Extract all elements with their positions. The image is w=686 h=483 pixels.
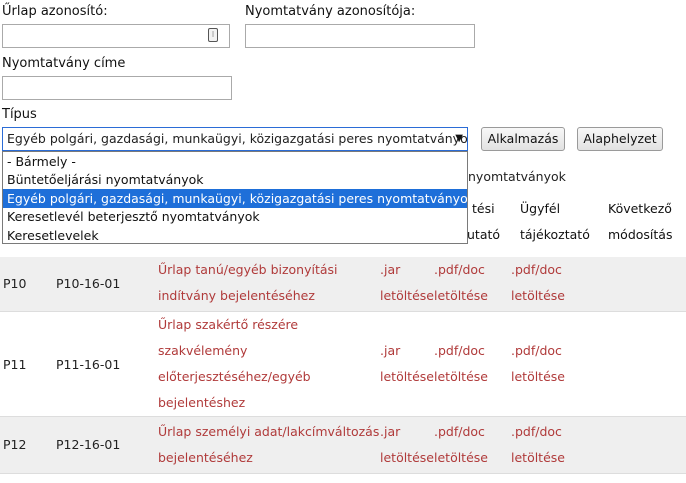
row-title-link[interactable]: Űrlap szakértő részére <box>158 312 298 338</box>
table-row: P12 P12-16-01 Űrlap személyi adat/lakcím… <box>0 417 686 473</box>
tipus-label: Típus <box>2 107 37 122</box>
jar-download-link[interactable]: letöltése <box>380 364 434 390</box>
row-title-link[interactable]: előterjesztéséhez/egyéb <box>158 364 311 390</box>
reset-button[interactable]: Alaphelyzet <box>577 127 663 151</box>
dropdown-option-selected[interactable]: Egyéb polgári, gazdasági, munkaügyi, köz… <box>3 189 467 208</box>
header-col6-line2: tájékoztató <box>520 227 590 242</box>
row-id: P11-16-01 <box>56 357 121 372</box>
info-download-link[interactable]: letöltése <box>511 445 565 471</box>
row-title-link[interactable]: Űrlap tanú/egyéb bizonyítási <box>158 257 338 283</box>
header-col7-line1: Következő <box>608 201 672 216</box>
pdf-download-link[interactable]: letöltése <box>434 445 488 471</box>
row-title-link[interactable]: Űrlap személyi adat/lakcímváltozás <box>158 419 379 445</box>
info-download-link[interactable]: .pdf/doc <box>511 338 562 364</box>
pdf-download-link[interactable]: .pdf/doc <box>434 338 485 364</box>
row-code: P11 <box>3 357 27 372</box>
info-download-link[interactable]: .pdf/doc <box>511 257 562 283</box>
header-col5-line2: utató <box>467 227 501 242</box>
pdf-download-link[interactable]: letöltése <box>434 364 488 390</box>
header-col5-line1: tési <box>472 201 495 216</box>
pdf-download-link[interactable]: letöltése <box>434 283 488 309</box>
urlap-azonosito-label: Űrlap azonosító: <box>2 4 108 19</box>
row-title-link[interactable]: bejelentéshez <box>158 390 245 416</box>
row-code: P12 <box>3 437 27 452</box>
row-id: P12-16-01 <box>56 437 121 452</box>
dropdown-arrow-icon[interactable]: ▼ <box>455 128 463 150</box>
nyomtatvany-cime-label: Nyomtatvány címe <box>2 56 126 71</box>
pdf-download-link[interactable]: .pdf/doc <box>434 257 485 283</box>
header-col6-line1: Ügyfél <box>520 201 561 216</box>
info-download-link[interactable]: letöltése <box>511 283 565 309</box>
info-download-link[interactable]: letöltése <box>511 364 565 390</box>
dropdown-option[interactable]: Büntetőeljárási nyomtatványok <box>3 170 467 189</box>
dropdown-option[interactable]: Keresetlevél beterjesztő nyomtatványok <box>3 207 467 226</box>
table-row: P10 P10-16-01 Űrlap tanú/egyéb bizonyítá… <box>0 257 686 311</box>
jar-download-link[interactable]: .jar <box>380 419 400 445</box>
pdf-download-link[interactable]: .pdf/doc <box>434 419 485 445</box>
table-row: P11 P11-16-01 Űrlap szakértő részére sza… <box>0 312 686 416</box>
nyomtatvany-azonositoja-label: Nyomtatvány azonosítója: <box>245 4 416 19</box>
row-divider <box>0 473 686 474</box>
row-id: P10-16-01 <box>56 276 121 291</box>
tipus-dropdown-list: - Bármely - Büntetőeljárási nyomtatványo… <box>2 151 468 244</box>
result-summary-fragment: nyomtatványok <box>468 169 566 184</box>
row-title-link[interactable]: bejelentéséhez <box>158 445 253 471</box>
urlap-azonosito-input[interactable] <box>2 24 230 48</box>
jar-download-link[interactable]: .jar <box>380 338 400 364</box>
jar-download-link[interactable]: .jar <box>380 257 400 283</box>
id-card-icon[interactable]: ⁝ <box>208 28 218 42</box>
row-title-link[interactable]: szakvélemény <box>158 338 247 364</box>
tipus-select-value: Egyéb polgári, gazdasági, munkaügyi, köz… <box>7 131 468 146</box>
row-code: P10 <box>3 276 27 291</box>
row-title-link[interactable]: indítvány bejelentéséhez <box>158 283 315 309</box>
jar-download-link[interactable]: letöltése <box>380 445 434 471</box>
tipus-select[interactable]: Egyéb polgári, gazdasági, munkaügyi, köz… <box>2 127 468 151</box>
dropdown-option[interactable]: - Bármely - <box>3 152 467 171</box>
apply-button[interactable]: Alkalmazás <box>481 127 565 151</box>
nyomtatvany-cime-input[interactable] <box>2 76 232 100</box>
header-col7-line2: módosítás <box>608 227 673 242</box>
info-download-link[interactable]: .pdf/doc <box>511 419 562 445</box>
dropdown-option[interactable]: Keresetlevelek <box>3 226 467 245</box>
nyomtatvany-azonositoja-input[interactable] <box>245 24 475 48</box>
jar-download-link[interactable]: letöltése <box>380 283 434 309</box>
